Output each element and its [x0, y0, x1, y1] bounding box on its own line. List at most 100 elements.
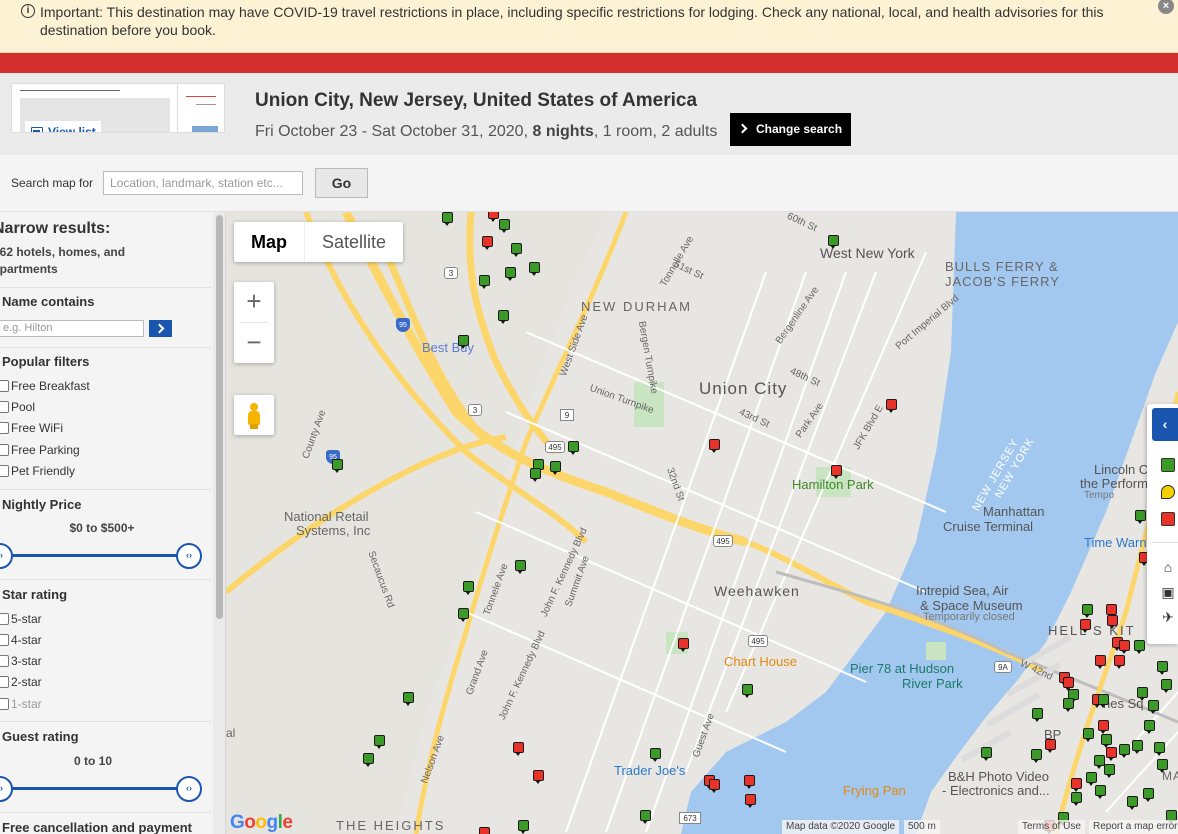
hotel-marker[interactable]: [1080, 619, 1091, 633]
hotel-marker[interactable]: [568, 441, 579, 455]
hotel-marker[interactable]: [886, 399, 897, 413]
hotel-marker[interactable]: [374, 735, 385, 749]
hotel-marker[interactable]: [1032, 708, 1043, 722]
hotel-marker[interactable]: [1031, 749, 1042, 763]
hotel-marker[interactable]: [1132, 740, 1143, 754]
report-error-link[interactable]: Report a map error: [1089, 820, 1178, 834]
hotel-marker[interactable]: [458, 608, 469, 622]
hotel-marker[interactable]: [1098, 694, 1109, 708]
sidebar-scrollbar[interactable]: [213, 212, 225, 834]
hotel-marker[interactable]: [1107, 615, 1118, 629]
hotel-marker[interactable]: [1161, 679, 1172, 693]
change-search-button[interactable]: Change search: [730, 113, 851, 146]
hotel-marker[interactable]: [1135, 510, 1146, 524]
hotel-marker[interactable]: [650, 748, 661, 762]
hotel-marker[interactable]: [1101, 734, 1112, 748]
search-map-go-button[interactable]: Go: [315, 168, 368, 198]
hotel-marker[interactable]: [505, 267, 516, 281]
guest-min-handle[interactable]: ‹›: [0, 776, 13, 802]
chevron-left-icon[interactable]: ‹: [1152, 408, 1178, 441]
hotel-marker[interactable]: [831, 465, 842, 479]
hotel-marker[interactable]: [1148, 700, 1159, 714]
search-map-input[interactable]: [103, 171, 303, 195]
hotel-marker[interactable]: [1106, 747, 1117, 761]
hotel-marker[interactable]: [709, 439, 720, 453]
map-type-map-button[interactable]: Map: [234, 222, 304, 262]
hotel-name-go-button[interactable]: [149, 320, 172, 337]
scrollbar-thumb[interactable]: [216, 215, 223, 619]
hotel-marker[interactable]: [530, 468, 541, 482]
hotel-marker[interactable]: [1137, 687, 1148, 701]
hotel-marker[interactable]: [363, 753, 374, 767]
checkbox[interactable]: [0, 465, 9, 477]
hotel-marker[interactable]: [709, 779, 720, 793]
hotel-marker[interactable]: [442, 212, 453, 226]
airplane-icon[interactable]: ✈: [1159, 608, 1177, 626]
checkbox[interactable]: [0, 422, 9, 434]
hotel-marker[interactable]: [744, 775, 755, 789]
checkbox[interactable]: [0, 634, 9, 646]
train-icon[interactable]: ▣: [1159, 583, 1177, 601]
hotel-marker[interactable]: [458, 335, 469, 349]
checkbox[interactable]: [0, 401, 9, 413]
hotel-marker[interactable]: [1071, 778, 1082, 792]
hotel-marker[interactable]: [1086, 772, 1097, 786]
hotel-marker[interactable]: [488, 212, 499, 222]
hotel-marker[interactable]: [1119, 744, 1130, 758]
hotel-marker[interactable]: [550, 461, 561, 475]
hotel-marker[interactable]: [511, 243, 522, 257]
hotel-marker[interactable]: [1063, 677, 1074, 691]
hotel-marker[interactable]: [828, 235, 839, 249]
hotel-marker[interactable]: [742, 684, 753, 698]
price-slider-track[interactable]: [0, 554, 184, 557]
hotel-marker[interactable]: [678, 638, 689, 652]
zoom-out-icon[interactable]: −: [234, 323, 274, 363]
hotel-marker[interactable]: [332, 459, 343, 473]
checkbox[interactable]: [0, 655, 9, 667]
pegman-icon[interactable]: [234, 395, 274, 435]
legend-green-pin-icon[interactable]: [1161, 458, 1175, 472]
hotel-marker[interactable]: [1157, 661, 1168, 675]
map-thumbnail[interactable]: View list: [11, 83, 225, 133]
close-icon[interactable]: ×: [1158, 0, 1174, 14]
hotel-marker[interactable]: [1104, 764, 1115, 778]
hotel-marker[interactable]: [745, 794, 756, 808]
hotel-marker[interactable]: [1157, 759, 1168, 773]
hotel-marker[interactable]: [403, 692, 414, 706]
hotel-marker[interactable]: [1119, 640, 1130, 654]
hotel-marker[interactable]: [1144, 720, 1155, 734]
hotel-marker[interactable]: [1071, 792, 1082, 806]
hotel-marker[interactable]: [1114, 655, 1125, 669]
hotel-marker[interactable]: [479, 275, 490, 289]
hotel-marker[interactable]: [1083, 728, 1094, 742]
hotel-marker[interactable]: [1045, 739, 1056, 753]
legend-red-pin-icon[interactable]: [1161, 512, 1175, 526]
hotel-marker[interactable]: [518, 820, 529, 834]
hotel-marker[interactable]: [640, 810, 651, 824]
terms-link[interactable]: Terms of Use: [1018, 820, 1085, 834]
map-type-satellite-button[interactable]: Satellite: [304, 222, 403, 262]
hotel-marker[interactable]: [513, 742, 524, 756]
hotel-marker[interactable]: [1063, 698, 1074, 712]
view-list-button[interactable]: View list: [25, 121, 101, 132]
hotel-marker[interactable]: [1106, 604, 1117, 618]
checkbox[interactable]: [0, 444, 9, 456]
legend-yellow-pin-icon[interactable]: [1161, 485, 1175, 499]
hotel-marker[interactable]: [533, 770, 544, 784]
guest-slider-track[interactable]: [0, 787, 184, 790]
price-max-handle[interactable]: ‹›: [176, 543, 202, 569]
hotel-marker[interactable]: [529, 262, 540, 276]
hotel-marker[interactable]: [479, 827, 490, 834]
guest-max-handle[interactable]: ‹›: [176, 776, 202, 802]
hotel-marker[interactable]: [499, 219, 510, 233]
hotel-marker[interactable]: [498, 310, 509, 324]
hotel-marker[interactable]: [1095, 655, 1106, 669]
hotel-marker[interactable]: [515, 560, 526, 574]
hotel-marker[interactable]: [1134, 640, 1145, 654]
hotel-marker[interactable]: [1127, 796, 1138, 810]
hotel-name-input[interactable]: e.g. Hilton: [0, 320, 144, 337]
checkbox[interactable]: [0, 676, 9, 688]
hotel-marker[interactable]: [482, 236, 493, 250]
hotel-marker[interactable]: [1095, 785, 1106, 799]
checkbox[interactable]: [0, 380, 9, 392]
